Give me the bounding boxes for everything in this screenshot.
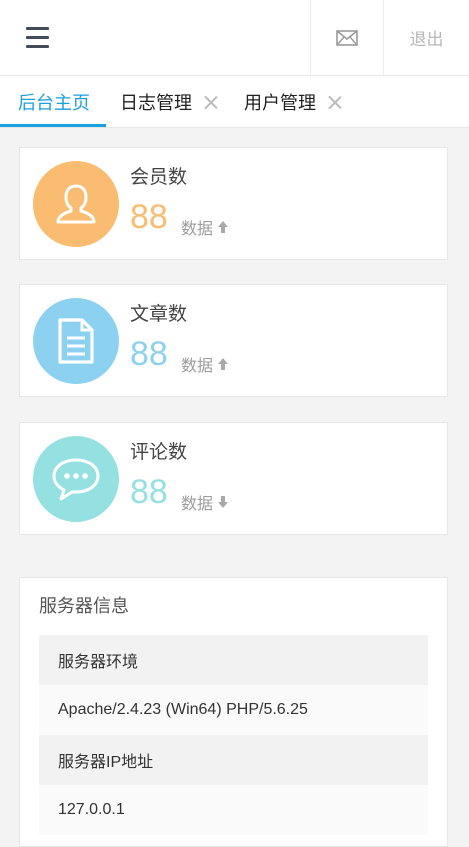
- stat-title: 文章数: [130, 303, 188, 325]
- stat-value: 88: [130, 198, 168, 236]
- close-icon[interactable]: [204, 95, 218, 109]
- tab-label: 用户管理: [244, 93, 316, 114]
- table-value: 127.0.0.1: [58, 801, 125, 818]
- active-tab-indicator: [0, 124, 106, 127]
- mail-icon: [336, 29, 358, 46]
- server-info-table: 服务器环境 Apache/2.4.23 (Win64) PHP/5.6.25 服…: [39, 635, 428, 835]
- stat-sub-label: 数据: [181, 219, 214, 238]
- table-row: 服务器IP地址: [39, 735, 428, 785]
- hamburger-icon[interactable]: [22, 22, 54, 54]
- stat-sub: 数据: [181, 490, 229, 514]
- stat-sub: 数据: [181, 352, 229, 376]
- stat-icon-circle: [33, 436, 119, 522]
- tab-home[interactable]: 后台主页: [18, 76, 90, 128]
- tab-label: 日志管理: [120, 93, 192, 114]
- stat-icon-circle: [33, 161, 119, 247]
- stat-card-articles: 文章数 88 数据: [19, 284, 448, 397]
- tab-log-management[interactable]: 日志管理: [120, 76, 218, 128]
- user-icon: [56, 184, 96, 224]
- stat-icon-circle: [33, 298, 119, 384]
- tab-bar: 后台主页 日志管理 用户管理: [0, 76, 469, 128]
- table-value: Apache/2.4.23 (Win64) PHP/5.6.25: [58, 701, 308, 718]
- stat-card-comments: 评论数 88 数据: [19, 422, 448, 535]
- table-row: Apache/2.4.23 (Win64) PHP/5.6.25: [39, 685, 428, 735]
- tab-label: 后台主页: [18, 93, 90, 114]
- document-icon: [58, 318, 94, 364]
- comment-icon: [52, 458, 100, 501]
- arrow-up-icon: [218, 358, 229, 370]
- table-label: 服务器IP地址: [58, 754, 154, 771]
- mail-button[interactable]: [311, 0, 383, 75]
- server-info-panel: 服务器信息 服务器环境 Apache/2.4.23 (Win64) PHP/5.…: [19, 577, 448, 847]
- logout-button[interactable]: 退出: [384, 0, 469, 75]
- stat-value: 88: [130, 335, 168, 373]
- stat-card-members: 会员数 88 数据: [19, 147, 448, 260]
- stat-title: 评论数: [130, 441, 188, 463]
- table-label: 服务器环境: [58, 654, 139, 671]
- top-header: 退出: [0, 0, 469, 76]
- table-row: 127.0.0.1: [39, 785, 428, 835]
- arrow-up-icon: [218, 221, 229, 233]
- stat-title: 会员数: [130, 166, 188, 188]
- tab-user-management[interactable]: 用户管理: [244, 76, 342, 128]
- arrow-down-icon: [218, 496, 229, 508]
- stat-sub-label: 数据: [181, 356, 214, 375]
- server-info-title: 服务器信息: [39, 596, 129, 617]
- stat-value: 88: [130, 473, 168, 511]
- close-icon[interactable]: [328, 95, 342, 109]
- table-row: 服务器环境: [39, 635, 428, 685]
- stat-sub-label: 数据: [181, 494, 214, 513]
- stat-sub: 数据: [181, 215, 229, 239]
